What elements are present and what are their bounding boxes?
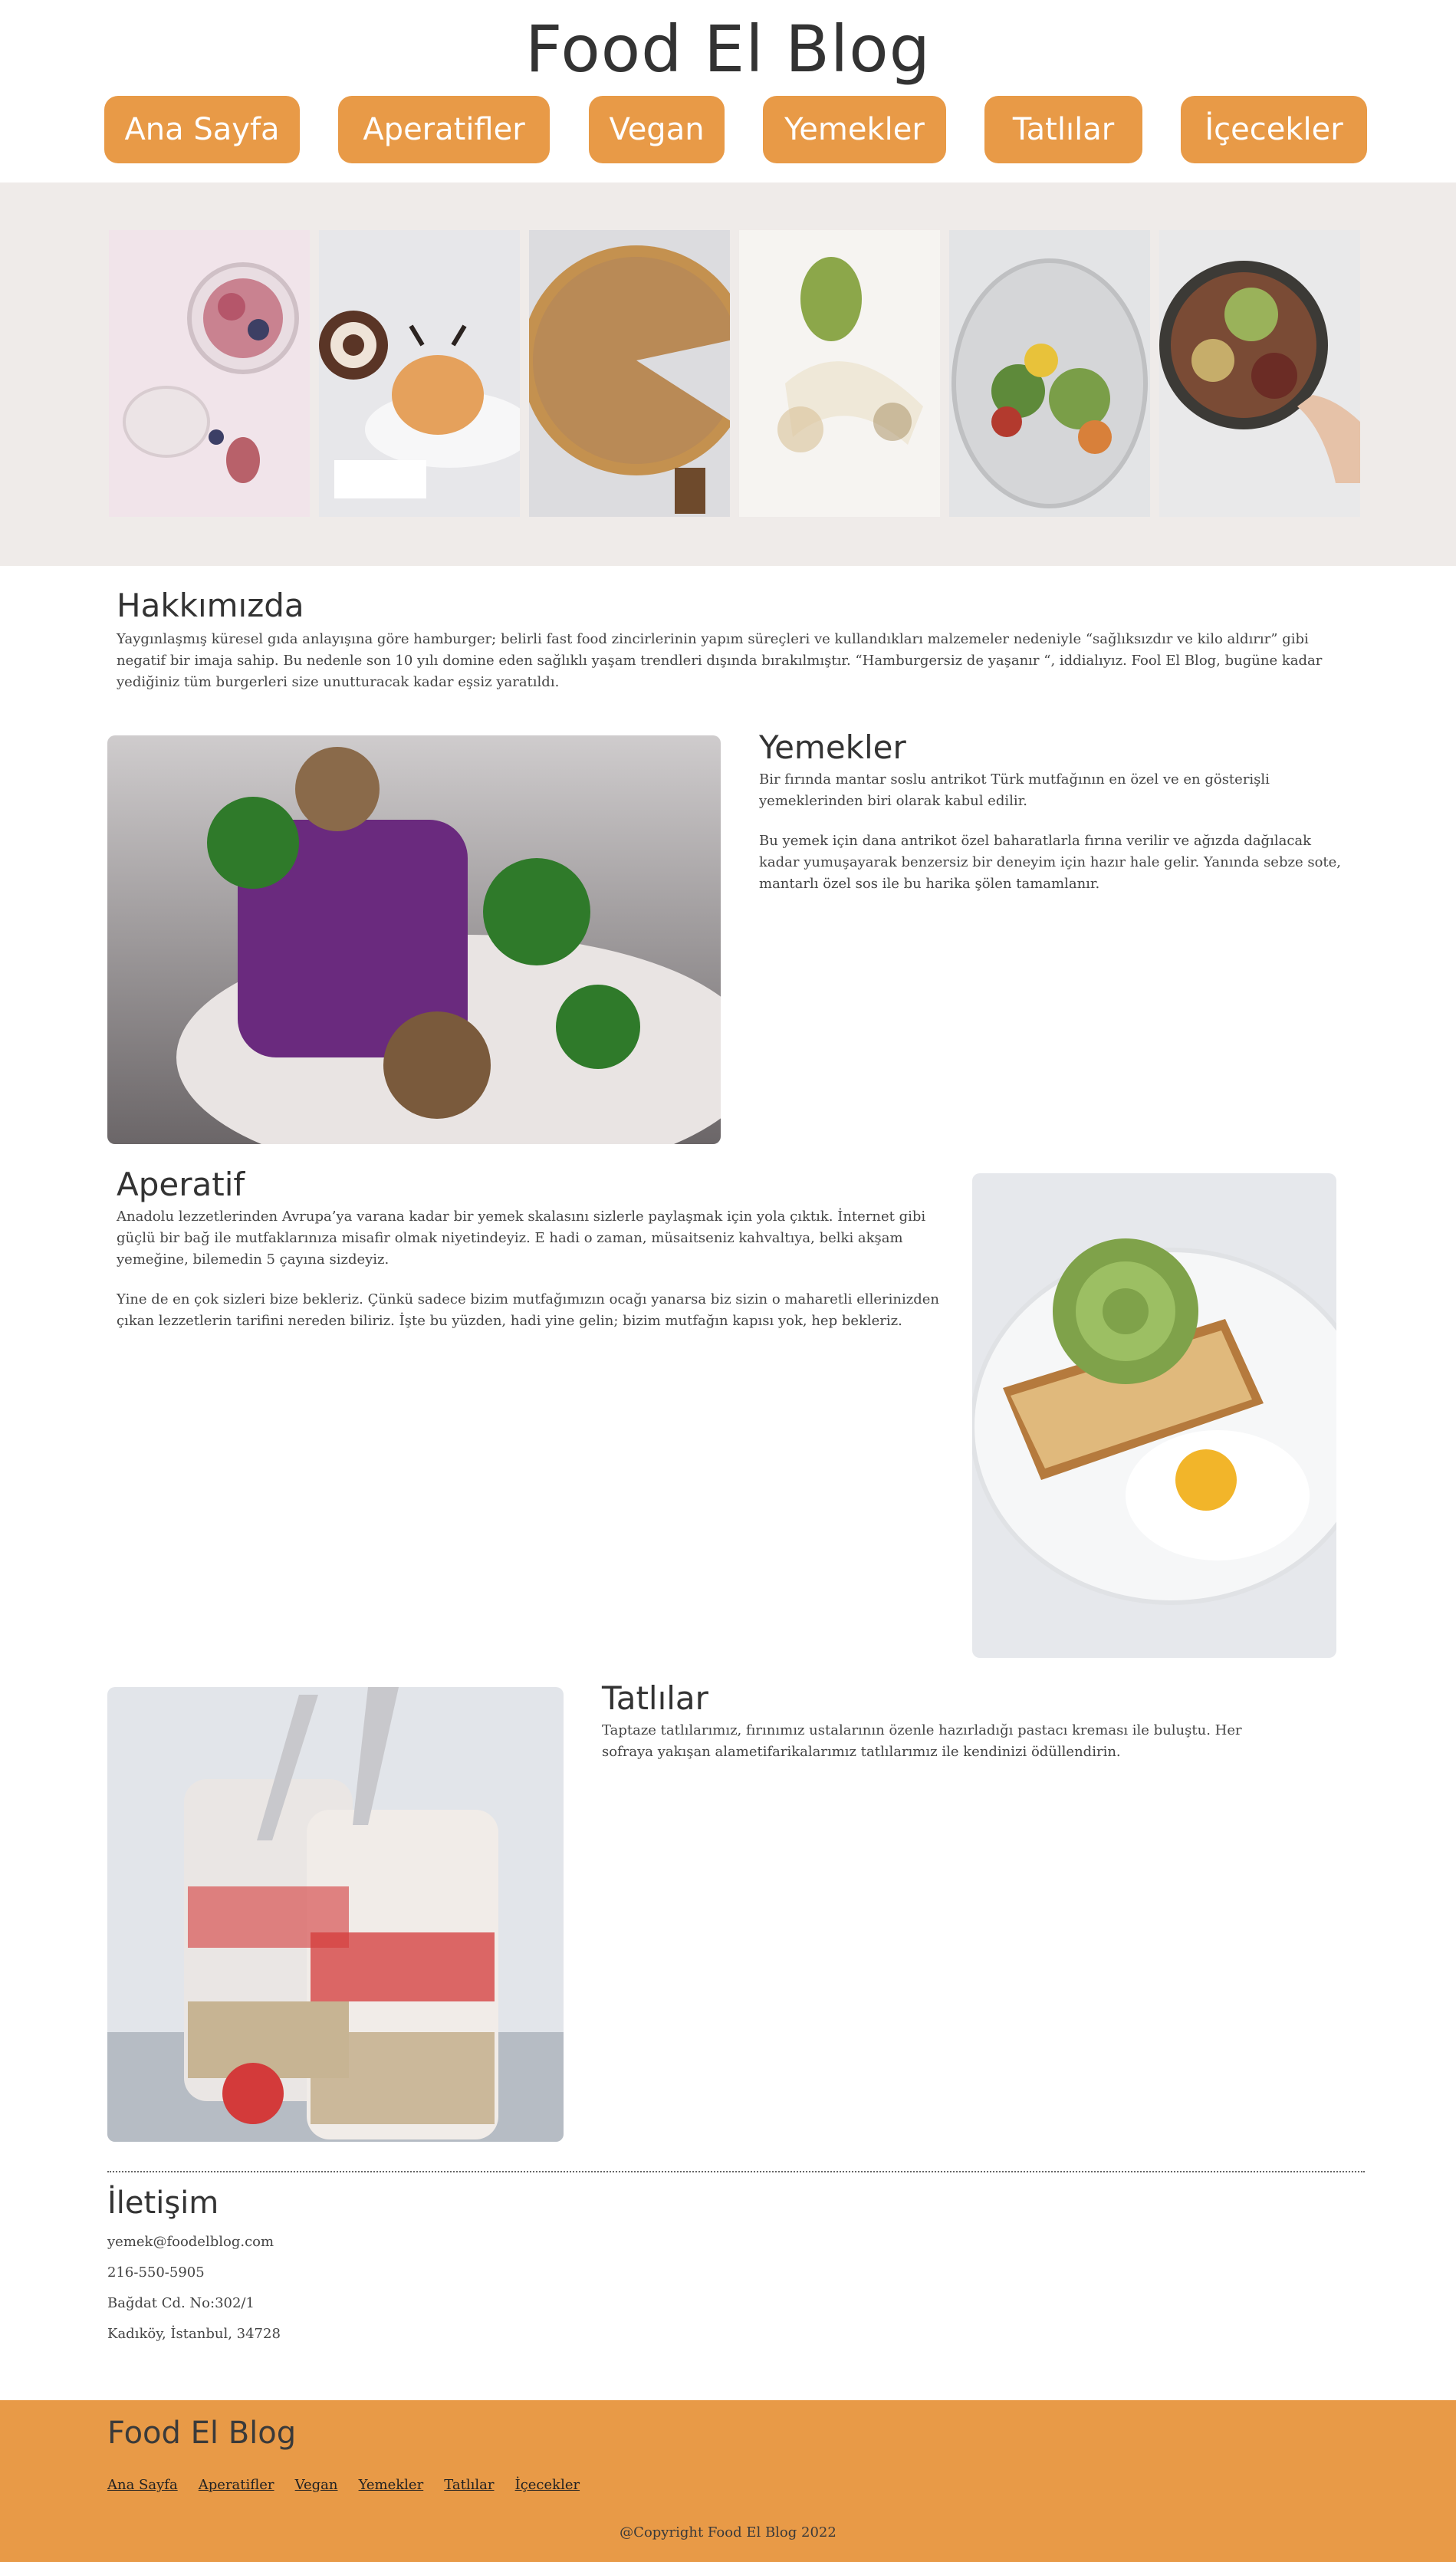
contact-section: İletişim yemek@foodelblog.com 216-550-59… <box>107 2185 721 2350</box>
contact-title: İletişim <box>107 2185 219 2221</box>
about-section: Hakkımızda Yaygınlaşmış küresel gıda anl… <box>117 587 1343 693</box>
about-title: Hakkımızda <box>117 587 304 624</box>
tatlilar-text: Taptaze tatlılarımız, fırınımız ustaları… <box>602 1722 1242 1760</box>
copyright-text: @Copyright Food El Blog 2022 <box>620 2524 836 2541</box>
gallery-image-bowl[interactable] <box>1159 230 1360 517</box>
footer-links: Ana Sayfa Aperatifler Vegan Yemekler Tat… <box>107 2477 597 2493</box>
section-divider <box>107 2171 1365 2172</box>
aperatif-section: Aperatif Anadolu lezzetlerinden Avrupa’y… <box>117 1166 960 1332</box>
aperatif-text-1: Anadolu lezzetlerinden Avrupa’ya varana … <box>117 1209 926 1268</box>
yemekler-text-2: Bu yemek için dana antrikot özel baharat… <box>759 833 1342 892</box>
aperatif-photo <box>972 1173 1336 1658</box>
about-text: Yaygınlaşmış küresel gıda anlayışına gör… <box>117 631 1323 690</box>
footer-link-aperatifler[interactable]: Aperatifler <box>199 2477 274 2493</box>
yemekler-section: Yemekler Bir fırında mantar soslu antrik… <box>759 728 1342 895</box>
tatlilar-photo <box>107 1687 564 2142</box>
tatlilar-title: Tatlılar <box>602 1679 708 1717</box>
footer-title: Food El Blog <box>107 2416 297 2451</box>
contact-phone: 216-550-5905 <box>107 2264 205 2281</box>
gallery-image-chia-pudding[interactable] <box>109 230 310 517</box>
footer-link-vegan[interactable]: Vegan <box>295 2477 338 2493</box>
main-nav: Ana Sayfa Aperatifler Vegan Yemekler Tat… <box>0 96 1456 163</box>
yemekler-photo <box>107 735 721 1144</box>
site-title: Food El Blog <box>525 12 931 87</box>
tatlilar-section: Tatlılar Taptaze tatlılarımız, fırınımız… <box>602 1679 1292 1763</box>
footer-link-tatlilar[interactable]: Tatlılar <box>444 2477 494 2493</box>
aperatif-text-2: Yine de en çok sizleri bize bekleriz. Çü… <box>117 1291 940 1329</box>
gallery-image-salad-glass[interactable] <box>949 230 1150 517</box>
contact-email: yemek@foodelblog.com <box>107 2234 274 2250</box>
yemekler-title: Yemekler <box>759 728 906 766</box>
nav-yemekler-button[interactable]: Yemekler <box>763 96 946 163</box>
image-gallery <box>0 183 1456 566</box>
footer-link-yemekler[interactable]: Yemekler <box>359 2477 424 2493</box>
gallery-image-pie[interactable] <box>529 230 730 517</box>
contact-address-city: Kadıköy, İstanbul, 34728 <box>107 2326 281 2342</box>
nav-icecekler-button[interactable]: İçecekler <box>1181 96 1367 163</box>
nav-ana-sayfa-button[interactable]: Ana Sayfa <box>104 96 300 163</box>
footer-link-icecekler[interactable]: İçecekler <box>515 2477 580 2493</box>
aperatif-title: Aperatif <box>117 1166 245 1203</box>
nav-aperatifler-button[interactable]: Aperatifler <box>338 96 550 163</box>
footer-link-ana-sayfa[interactable]: Ana Sayfa <box>107 2477 178 2493</box>
gallery-image-pear-dish[interactable] <box>739 230 940 517</box>
gallery-image-dessert-cake[interactable] <box>319 230 520 517</box>
yemekler-text-1: Bir fırında mantar soslu antrikot Türk m… <box>759 771 1270 809</box>
nav-tatlilar-button[interactable]: Tatlılar <box>984 96 1142 163</box>
footer: Food El Blog Ana Sayfa Aperatifler Vegan… <box>0 2400 1456 2562</box>
nav-vegan-button[interactable]: Vegan <box>589 96 725 163</box>
contact-address-street: Bağdat Cd. No:302/1 <box>107 2295 255 2311</box>
